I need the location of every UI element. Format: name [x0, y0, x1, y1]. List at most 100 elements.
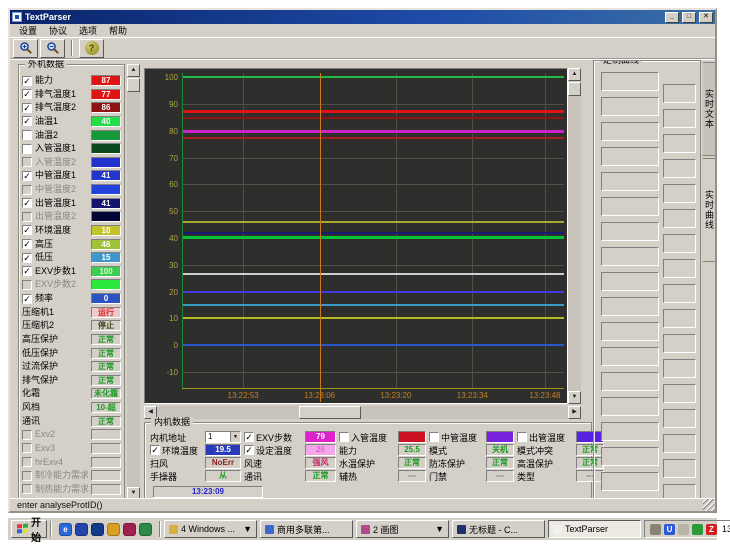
checkbox-capacity[interactable]: ✓ — [22, 76, 32, 86]
checkbox-hrexv4[interactable] — [22, 457, 32, 467]
chart-scroll-right-icon[interactable]: ▶ — [568, 406, 581, 419]
custom-curve-value-field-8[interactable] — [663, 284, 696, 303]
browser-icon[interactable]: e — [59, 523, 72, 536]
custom-curve-name-field-12[interactable] — [601, 372, 659, 391]
custom-curve-value-field-11[interactable] — [663, 359, 696, 378]
checkbox-oil-temp-2[interactable] — [22, 130, 32, 140]
custom-curve-value-field-16[interactable] — [663, 484, 696, 498]
custom-curve-value-field-5[interactable] — [663, 209, 696, 228]
start-button[interactable]: 开始 — [11, 520, 47, 538]
title-bar[interactable]: TextParser _ □ ✕ — [10, 10, 715, 24]
zoom-out-button[interactable] — [40, 39, 65, 58]
media-player-icon[interactable] — [91, 523, 104, 536]
custom-curve-value-field-4[interactable] — [663, 184, 696, 203]
custom-curve-name-field-16[interactable] — [601, 472, 659, 491]
resize-grip[interactable] — [703, 499, 715, 511]
menu-settings[interactable]: 设置 — [13, 25, 43, 37]
volume-tray-icon[interactable] — [678, 524, 689, 535]
close-button[interactable]: ✕ — [699, 12, 713, 23]
menu-options[interactable]: 选项 — [73, 25, 103, 37]
zoom-in-button[interactable] — [13, 39, 38, 58]
checkbox-exhaust-temp-2[interactable]: ✓ — [22, 103, 32, 113]
custom-curve-name-field-13[interactable] — [601, 397, 659, 416]
chart-horizontal-scrollbar[interactable]: ◀ ▶ — [144, 406, 581, 419]
checkbox-pipe-in-temp-2[interactable] — [22, 157, 32, 167]
custom-curve-name-field-14[interactable] — [601, 422, 659, 441]
checkbox-exv-steps-2[interactable] — [22, 280, 32, 290]
custom-curve-name-field-8[interactable] — [601, 272, 659, 291]
custom-curve-name-field-2[interactable] — [601, 122, 659, 141]
checkbox-pipe-out-temp-2[interactable] — [22, 212, 32, 222]
checkbox-exv2[interactable] — [22, 430, 32, 440]
custom-curve-value-field-9[interactable] — [663, 309, 696, 328]
chevron-down-icon[interactable]: ▼ — [230, 432, 240, 442]
custom-curve-name-field-0[interactable] — [601, 72, 659, 91]
checkbox-high-pressure[interactable]: ✓ — [22, 239, 32, 249]
trend-chart[interactable]: 1009080706050403020100-1013:22:5313:23:0… — [144, 68, 568, 404]
checkbox-heating-demand[interactable] — [22, 484, 32, 494]
task-button-duolian-doc[interactable]: 商用多联第... — [260, 520, 353, 538]
checkbox-ambient-temp[interactable]: ✓ — [22, 225, 32, 235]
checkbox-exv3[interactable] — [22, 443, 32, 453]
custom-curve-value-field-14[interactable] — [663, 434, 696, 453]
custom-curve-name-field-1[interactable] — [601, 97, 659, 116]
maximize-button[interactable]: □ — [682, 12, 696, 23]
ime-tray-icon[interactable]: Z — [706, 524, 717, 535]
custom-curve-name-field-9[interactable] — [601, 297, 659, 316]
custom-curve-name-field-6[interactable] — [601, 222, 659, 241]
custom-curve-value-field-15[interactable] — [663, 459, 696, 478]
mail-icon[interactable] — [107, 523, 120, 536]
indoor-checkbox-4-0[interactable] — [517, 432, 527, 442]
custom-curve-name-field-5[interactable] — [601, 197, 659, 216]
custom-curve-value-field-2[interactable] — [663, 134, 696, 153]
outdoor-scroll-thumb[interactable] — [127, 78, 140, 92]
checkbox-oil-temp-1[interactable]: ✓ — [22, 116, 32, 126]
task-button-untitled-c[interactable]: 无标题 - C... — [452, 520, 545, 538]
printer-tray-icon[interactable] — [650, 524, 661, 535]
messenger-icon[interactable] — [75, 523, 88, 536]
checkbox-cooling-demand[interactable] — [22, 471, 32, 481]
chart-vscroll-thumb[interactable] — [568, 82, 581, 96]
u-agent-tray-icon[interactable]: U — [664, 524, 675, 535]
security-icon[interactable] — [123, 523, 136, 536]
checkbox-pipe-mid-temp-2[interactable] — [22, 185, 32, 195]
custom-curve-name-field-11[interactable] — [601, 347, 659, 366]
custom-curve-value-field-3[interactable] — [663, 159, 696, 178]
help-button[interactable]: ? — [79, 39, 104, 58]
task-button-windows-group[interactable]: 4 Windows ...▼ — [164, 520, 257, 538]
custom-curve-value-field-10[interactable] — [663, 334, 696, 353]
custom-curve-value-field-12[interactable] — [663, 384, 696, 403]
task-button-textparser[interactable]: TextParser — [548, 520, 641, 538]
chart-hscroll-thumb[interactable] — [299, 406, 361, 419]
chart-scroll-up-icon[interactable]: ▲ — [568, 68, 581, 81]
indoor-checkbox-0-1[interactable]: ✓ — [150, 445, 160, 455]
custom-curve-name-field-7[interactable] — [601, 247, 659, 266]
checkbox-pipe-out-temp-1[interactable]: ✓ — [22, 198, 32, 208]
update-icon[interactable] — [139, 523, 152, 536]
scroll-down-icon[interactable]: ▼ — [127, 487, 140, 498]
outdoor-panel-scrollbar[interactable]: ▲ ▼ — [127, 64, 140, 498]
custom-curve-name-field-10[interactable] — [601, 322, 659, 341]
custom-curve-value-field-13[interactable] — [663, 409, 696, 428]
menu-help[interactable]: 帮助 — [103, 25, 133, 37]
chart-vertical-scrollbar[interactable]: ▲ ▼ — [568, 68, 581, 404]
custom-curve-value-field-6[interactable] — [663, 234, 696, 253]
custom-curve-name-field-15[interactable] — [601, 447, 659, 466]
custom-curve-value-field-7[interactable] — [663, 259, 696, 278]
checkbox-low-pressure[interactable]: ✓ — [22, 253, 32, 263]
minimize-button[interactable]: _ — [665, 12, 679, 23]
indoor-checkbox-2-0[interactable] — [339, 432, 349, 442]
custom-curve-value-field-0[interactable] — [663, 84, 696, 103]
custom-curve-name-field-4[interactable] — [601, 172, 659, 191]
checkbox-exv-steps-1[interactable]: ✓ — [22, 266, 32, 276]
indoor-checkbox-3-0[interactable] — [429, 432, 439, 442]
checkbox-frequency[interactable]: ✓ — [22, 294, 32, 304]
tab-realtime-text[interactable]: 实时文本 — [702, 62, 715, 156]
custom-curve-name-field-3[interactable] — [601, 147, 659, 166]
tab-realtime-curve[interactable]: 实时曲线 — [702, 158, 715, 262]
custom-curve-value-field-1[interactable] — [663, 109, 696, 128]
antivirus-tray-icon[interactable] — [692, 524, 703, 535]
checkbox-pipe-in-temp-1[interactable] — [22, 144, 32, 154]
checkbox-exhaust-temp-1[interactable]: ✓ — [22, 89, 32, 99]
menu-protocol[interactable]: 协议 — [43, 25, 73, 37]
